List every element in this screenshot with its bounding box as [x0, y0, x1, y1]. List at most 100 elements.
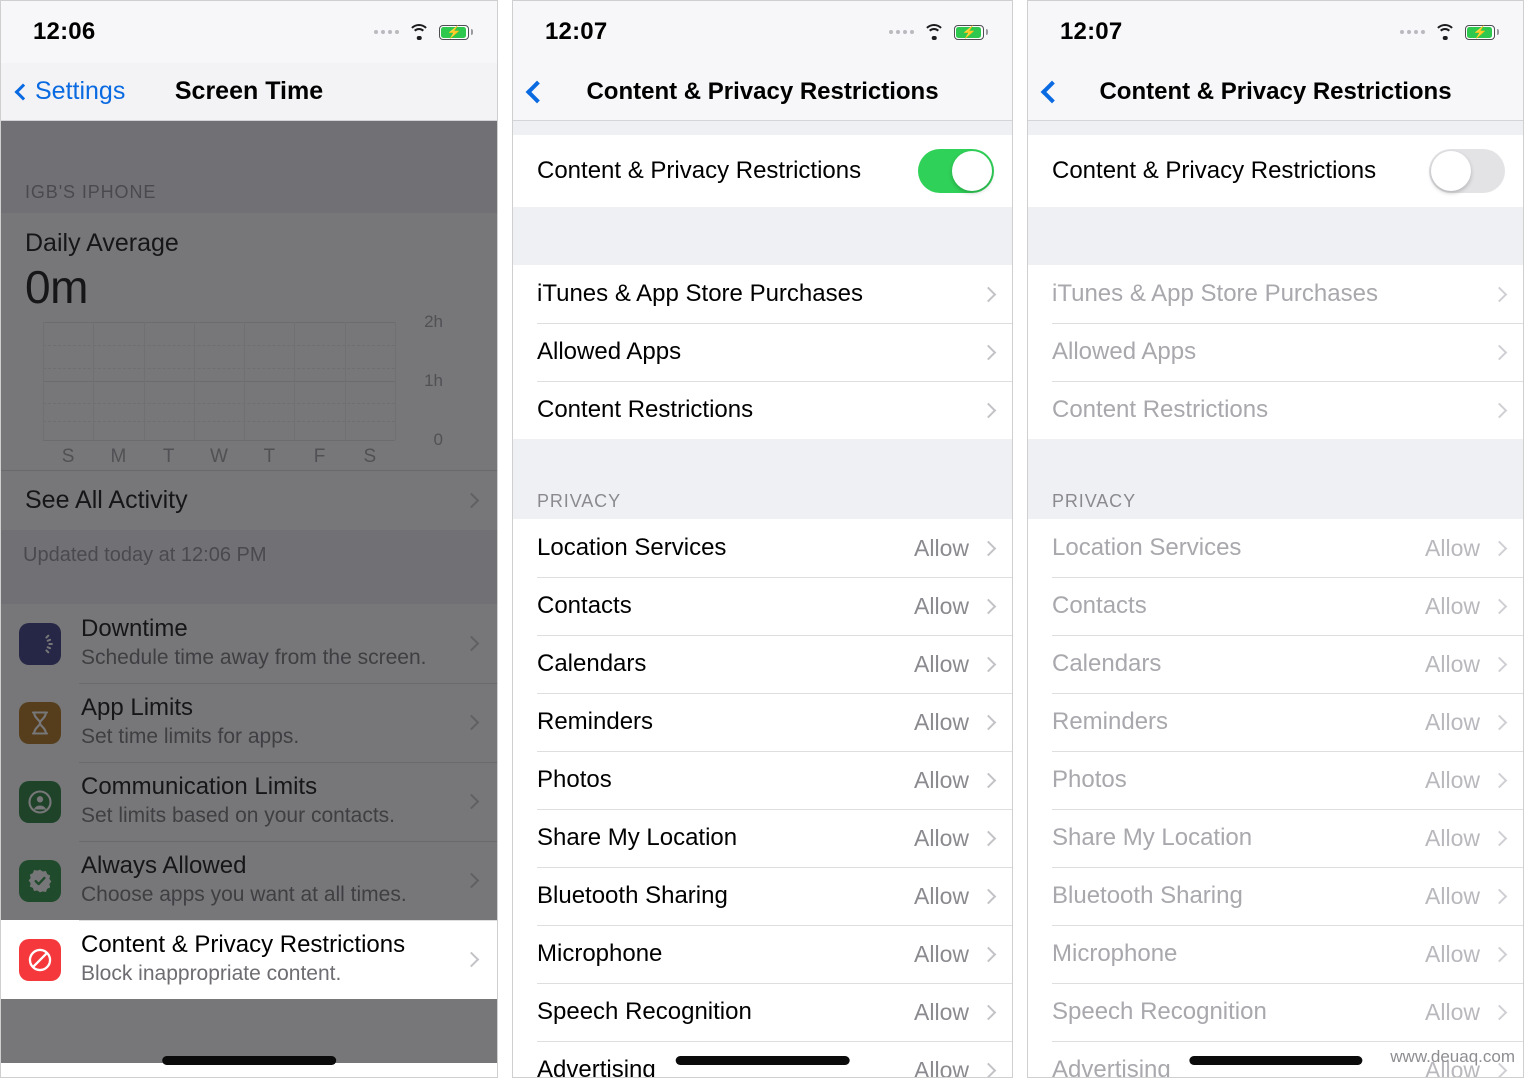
- privacy-row-speech-recognition: Speech Recognition Allow: [1028, 983, 1523, 1041]
- master-toggle-label: Content & Privacy Restrictions: [1052, 157, 1377, 184]
- back-button-settings[interactable]: Settings: [1, 77, 125, 106]
- privacy-row-calendars: Calendars Allow: [1028, 635, 1523, 693]
- status-indicators: ⚡: [1400, 24, 1499, 40]
- signal-dots-icon: [374, 30, 399, 34]
- row-label: Location Services: [537, 534, 727, 561]
- chevron-right-icon: [980, 344, 997, 360]
- row-value: Allow: [1425, 940, 1480, 967]
- privacy-row-contacts: Contacts Allow: [1028, 577, 1523, 635]
- status-bar: 12:07 ⚡: [513, 1, 1012, 63]
- chevron-right-icon: [980, 286, 997, 302]
- chevron-right-icon: [980, 946, 997, 962]
- weekly-usage-chart: 2h 1h 0 S M T W T F S: [43, 312, 449, 470]
- back-button[interactable]: [1028, 80, 1066, 103]
- battery-charging-icon: ⚡: [439, 24, 473, 40]
- row-label: Speech Recognition: [1052, 998, 1267, 1025]
- master-toggle-row[interactable]: Content & Privacy Restrictions: [1028, 135, 1523, 207]
- row-content-restrictions[interactable]: Content Restrictions: [513, 381, 1012, 439]
- content-privacy-restrictions-toggle[interactable]: [918, 149, 994, 193]
- row-allowed-apps[interactable]: Allowed Apps: [513, 323, 1012, 381]
- feature-row-downtime[interactable]: Downtime Schedule time away from the scr…: [1, 604, 497, 683]
- row-itunes-app-store-purchases[interactable]: iTunes & App Store Purchases: [513, 265, 1012, 323]
- battery-charging-icon: ⚡: [954, 24, 988, 40]
- row-value: Allow: [914, 824, 969, 851]
- person-circle-icon: [19, 780, 61, 823]
- privacy-row-microphone[interactable]: Microphone Allow: [513, 925, 1012, 983]
- back-button[interactable]: [513, 80, 551, 103]
- row-value: Allow: [1425, 708, 1480, 735]
- feature-row-content-privacy-restrictions[interactable]: Content & Privacy Restrictions Block ina…: [1, 920, 497, 999]
- status-bar: 12:07 ⚡: [1028, 1, 1523, 63]
- feature-row-always-allowed[interactable]: Always Allowed Choose apps you want at a…: [1, 841, 497, 920]
- signal-dots-icon: [1400, 30, 1425, 34]
- privacy-row-share-my-location[interactable]: Share My Location Allow: [513, 809, 1012, 867]
- row-label: Calendars: [537, 650, 647, 677]
- row-label: Microphone: [537, 940, 663, 967]
- feature-title: Communication Limits: [81, 772, 318, 800]
- privacy-row-location-services[interactable]: Location Services Allow: [513, 519, 1012, 577]
- see-all-activity-row[interactable]: See All Activity: [1, 470, 497, 530]
- chevron-left-icon: [14, 83, 32, 100]
- section-spacer: [513, 207, 1012, 265]
- chevron-right-icon: [1491, 598, 1508, 614]
- chart-xtick: T: [162, 446, 175, 467]
- privacy-row-bluetooth-sharing: Bluetooth Sharing Allow: [1028, 867, 1523, 925]
- row-label: Content Restrictions: [1052, 396, 1269, 423]
- privacy-row-reminders: Reminders Allow: [1028, 693, 1523, 751]
- privacy-row-contacts[interactable]: Contacts Allow: [513, 577, 1012, 635]
- row-value: Allow: [914, 766, 969, 793]
- chevron-right-icon: [1491, 656, 1508, 672]
- row-label: Photos: [1052, 766, 1127, 793]
- phone-panel-restrictions-off: 12:07 ⚡ Content & Privacy Restrictions C…: [1027, 0, 1524, 1078]
- feature-texts: Communication Limits Set limits based on…: [81, 772, 466, 829]
- privacy-row-bluetooth-sharing[interactable]: Bluetooth Sharing Allow: [513, 867, 1012, 925]
- privacy-row-photos: Photos Allow: [1028, 751, 1523, 809]
- row-content-restrictions: Content Restrictions: [1028, 381, 1523, 439]
- privacy-row-photos[interactable]: Photos Allow: [513, 751, 1012, 809]
- row-label: Reminders: [1052, 708, 1169, 735]
- row-label: Bluetooth Sharing: [537, 882, 728, 909]
- section-spacer: [513, 439, 1012, 483]
- restrictions-scroll-area: Content & Privacy Restrictions iTunes & …: [1028, 121, 1523, 1077]
- privacy-row-reminders[interactable]: Reminders Allow: [513, 693, 1012, 751]
- screen-time-scroll-area: IGB'S IPHONE Daily Average 0m 2h 1h 0 S …: [1, 121, 497, 1077]
- content-privacy-restrictions-toggle[interactable]: [1429, 149, 1505, 193]
- feature-subtitle: Schedule time away from the screen.: [81, 645, 427, 669]
- chevron-right-icon: [463, 635, 480, 652]
- row-label: Share My Location: [1052, 824, 1253, 851]
- row-label: Allowed Apps: [1052, 338, 1197, 365]
- chevron-right-icon: [980, 772, 997, 788]
- status-indicators: ⚡: [889, 24, 988, 40]
- feature-texts: App Limits Set time limits for apps.: [81, 694, 466, 750]
- section-spacer: [1028, 439, 1523, 483]
- restrictions-scroll-area: Content & Privacy Restrictions iTunes & …: [513, 121, 1012, 1078]
- row-value: Allow: [914, 1056, 969, 1078]
- privacy-row-microphone: Microphone Allow: [1028, 925, 1523, 983]
- chevron-right-icon: [463, 714, 480, 731]
- privacy-row-calendars[interactable]: Calendars Allow: [513, 635, 1012, 693]
- feature-subtitle: Block inappropriate content.: [81, 961, 342, 985]
- status-bar: 12:06 ⚡: [1, 1, 497, 63]
- status-clock: 12:07: [545, 18, 608, 45]
- chart-ytick-2h: 2h: [424, 312, 443, 331]
- chevron-right-icon: [463, 872, 480, 889]
- master-toggle-label: Content & Privacy Restrictions: [537, 157, 862, 184]
- row-value: Allow: [914, 998, 969, 1025]
- panel-divider-1: [498, 0, 512, 1078]
- privacy-row-speech-recognition[interactable]: Speech Recognition Allow: [513, 983, 1012, 1041]
- row-label: Bluetooth Sharing: [1052, 882, 1243, 909]
- row-value: Allow: [914, 534, 969, 561]
- master-toggle-row[interactable]: Content & Privacy Restrictions: [513, 135, 1012, 207]
- row-label: iTunes & App Store Purchases: [537, 280, 863, 307]
- signal-dots-icon: [889, 30, 914, 34]
- chart-xtick: M: [110, 446, 127, 467]
- row-value: Allow: [914, 882, 969, 909]
- chart-xtick: T: [263, 446, 276, 467]
- phone-panel-screen-time: 12:06 ⚡ Settings Screen Time IGB'S IPHON…: [0, 0, 498, 1078]
- updated-timestamp: Updated today at 12:06 PM: [1, 530, 497, 604]
- chevron-left-icon: [525, 80, 549, 103]
- feature-row-app-limits[interactable]: App Limits Set time limits for apps.: [1, 683, 497, 762]
- feature-row-communication-limits[interactable]: Communication Limits Set limits based on…: [1, 762, 497, 841]
- privacy-row-share-my-location: Share My Location Allow: [1028, 809, 1523, 867]
- chevron-right-icon: [1491, 286, 1508, 302]
